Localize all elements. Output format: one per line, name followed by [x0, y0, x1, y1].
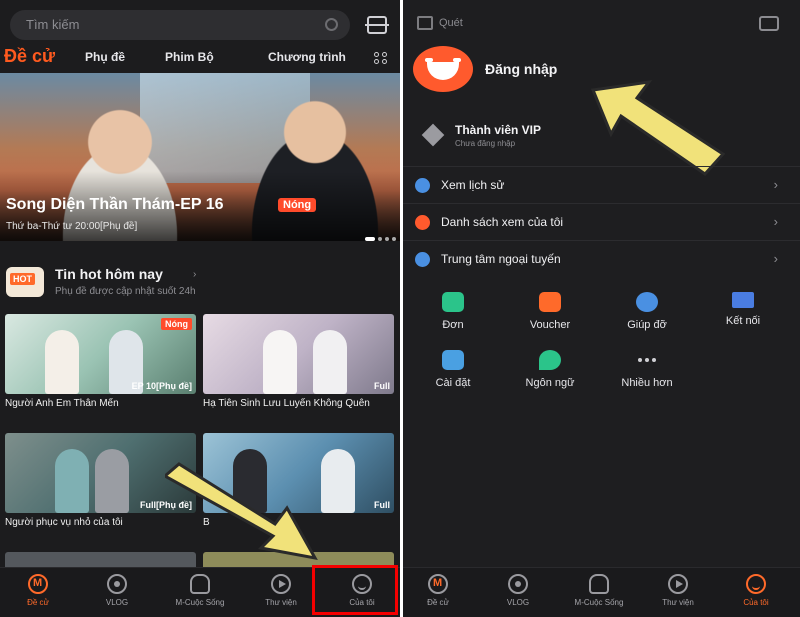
tv-icon	[732, 292, 754, 308]
section-title[interactable]: Tin hot hôm nay	[55, 266, 163, 282]
play-icon	[271, 574, 291, 594]
heart-icon	[415, 215, 430, 230]
grid-item-help[interactable]: Giúp đỡ	[607, 292, 687, 331]
episode-label: Full[Phụ đề]	[140, 500, 192, 510]
menu-item-watchlist[interactable]: Danh sách xem của tôi ›	[403, 203, 800, 240]
grid-item-connect[interactable]: Kết nối	[703, 292, 783, 327]
tab-phu-de[interactable]: Phụ đề	[85, 50, 125, 64]
hero-banner[interactable]	[0, 73, 400, 241]
more-icon	[607, 350, 687, 370]
profile-icon	[746, 574, 766, 594]
category-tabs: Đề cử Phụ đề Phim Bộ Chương trình	[0, 46, 400, 72]
hot-tag: Nóng	[161, 318, 192, 330]
video-title: Hạ Tiên Sinh Lưu Luyến Không Quên	[203, 398, 370, 409]
nav-vlog[interactable]: VLOG	[77, 574, 157, 607]
chevron-right-icon: ›	[773, 214, 778, 229]
episode-label: EP 10[Phụ đề]	[131, 381, 192, 391]
home-icon	[428, 574, 448, 594]
play-icon	[668, 574, 688, 594]
download-icon	[415, 252, 430, 267]
nav-de-cu[interactable]: Đề cử	[0, 574, 78, 607]
nav-de-cu[interactable]: Đề cử	[403, 574, 478, 607]
hot-section-icon: HOT	[6, 267, 44, 297]
search-input[interactable]: Tìm kiếm	[10, 10, 350, 40]
menu-item-offline[interactable]: Trung tâm ngoại tuyến ›	[403, 240, 800, 277]
order-icon	[442, 292, 464, 312]
vip-title[interactable]: Thành viên VIP	[455, 123, 541, 137]
video-card-peek[interactable]	[5, 552, 196, 568]
video-title: Btôi	[203, 517, 293, 528]
search-icon[interactable]	[325, 18, 338, 31]
episode-label: Full	[374, 381, 390, 391]
vip-status: Chưa đăng nhập	[455, 139, 516, 148]
nav-cua-toi[interactable]: Của tôi	[716, 574, 796, 607]
bottom-nav: Đề cử VLOG M-Cuộc Sống Thư viện Của tôi	[403, 567, 800, 617]
scan-icon[interactable]	[365, 16, 389, 34]
nav-m-cuoc-song[interactable]: M-Cuộc Sống	[559, 574, 639, 607]
nav-thu-vien[interactable]: Thư viện	[638, 574, 718, 607]
video-card[interactable]: Full Btôi	[203, 433, 394, 529]
video-title: Người Anh Em Thân Mến	[5, 398, 119, 409]
carousel-indicator	[362, 228, 396, 246]
voucher-icon	[539, 292, 561, 312]
life-icon	[190, 574, 210, 594]
grid-item-settings[interactable]: Cài đặt	[413, 350, 493, 389]
hero-title: Song Diện Thần Thám-EP 16	[6, 196, 224, 213]
vlog-icon	[107, 574, 127, 594]
chevron-right-icon[interactable]: ›	[193, 269, 196, 280]
vlog-icon	[508, 574, 528, 594]
grid-item-language[interactable]: Ngôn ngữ	[510, 350, 590, 389]
clock-icon	[415, 178, 430, 193]
section-subtitle: Phụ đề được cập nhật suốt 24h	[55, 286, 196, 297]
home-icon	[28, 574, 48, 594]
grid-item-orders[interactable]: Đơn	[413, 292, 493, 331]
nav-thu-vien[interactable]: Thư viện	[241, 574, 321, 607]
tab-chuong-trinh[interactable]: Chương trình	[268, 50, 346, 64]
menu-item-history[interactable]: Xem lịch sử ›	[403, 166, 800, 203]
arrow-annotation-icon	[590, 80, 726, 176]
grid-item-more[interactable]: Nhiều hơn	[607, 350, 687, 389]
video-title: Người phục vụ nhỏ của tôi	[5, 517, 123, 528]
highlight-box	[312, 565, 398, 615]
scan-icon[interactable]	[417, 16, 433, 30]
nav-vlog[interactable]: VLOG	[478, 574, 558, 607]
chevron-right-icon: ›	[773, 177, 778, 192]
scan-label[interactable]: Quét	[439, 17, 463, 29]
avatar[interactable]	[413, 46, 473, 92]
help-icon	[636, 292, 658, 312]
video-card[interactable]: Full[Phụ đề] Người phục vụ nhỏ của tôi	[5, 433, 196, 529]
tab-de-cu[interactable]: Đề cử	[4, 46, 55, 67]
search-placeholder: Tìm kiếm	[26, 17, 80, 32]
episode-label: Full	[374, 500, 390, 510]
chevron-right-icon: ›	[773, 251, 778, 266]
menu-list: Xem lịch sử › Danh sách xem của tôi › Tr…	[403, 166, 800, 277]
settings-icon	[442, 350, 464, 370]
diamond-icon	[421, 123, 445, 147]
login-link[interactable]: Đăng nhập	[485, 61, 557, 77]
tab-phim-bo[interactable]: Phim Bộ	[165, 50, 214, 64]
message-icon[interactable]	[759, 16, 779, 31]
nav-m-cuoc-song[interactable]: M-Cuộc Sống	[160, 574, 240, 607]
hero-hot-badge: Nóng	[278, 198, 317, 212]
language-icon	[539, 350, 561, 370]
video-card[interactable]: Full Hạ Tiên Sinh Lưu Luyến Không Quên	[203, 314, 394, 410]
category-grid-icon[interactable]	[374, 52, 390, 66]
profile-screen: Quét Đăng nhập Thành viên VIP Chưa đăng …	[403, 0, 800, 617]
hero-schedule: Thứ ba-Thứ tư 20:00[Phụ đề]	[6, 221, 138, 232]
home-screen: Tìm kiếm Đề cử Phụ đề Phim Bộ Chương trì…	[0, 0, 400, 617]
video-card[interactable]: Nóng EP 10[Phụ đề] Người Anh Em Thân Mến	[5, 314, 196, 410]
grid-item-voucher[interactable]: Voucher	[510, 292, 590, 331]
life-icon	[589, 574, 609, 594]
